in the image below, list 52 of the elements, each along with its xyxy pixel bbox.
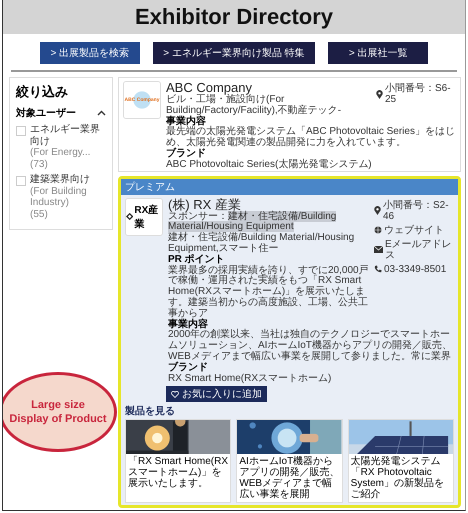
product-caption: AIホームIoT機器からアプリの開発／販売、WEBメディアまで幅広い事業を展開 (238, 454, 340, 502)
product-card[interactable]: AIホームIoT機器からアプリの開発／販売、WEBメディアまで幅広い事業を展開 (236, 419, 343, 504)
company-name[interactable]: (株) RX 産業 (168, 198, 370, 212)
category-tags: 建材・住宅設備/Building Material/Housing Equipment,スマート住ー (168, 233, 370, 255)
section-text: RX Smart Home(RXスマートホーム) (168, 374, 332, 384)
phone-icon (374, 265, 382, 274)
section-heading: 事業内容 (168, 320, 209, 330)
section-heading: ブランド (166, 149, 207, 160)
company-name[interactable]: ABC Company (166, 81, 372, 96)
checkbox[interactable] (16, 176, 26, 186)
section-text: ABC Photovoltaic Series(太陽光発電システム) (166, 160, 373, 171)
filter-section-label: 対象ユーザー (16, 106, 76, 120)
product-caption: 太陽光発電システム「RX Photovoltaic System」の新製品をご紹介 (350, 454, 445, 502)
product-card[interactable]: 太陽光発電システム「RX Photovoltaic System」の新製品をご紹介 (348, 419, 454, 504)
chevron-up-icon[interactable] (97, 110, 106, 116)
envelope-icon (374, 246, 383, 254)
product-caption: 「RX Smart Home(RXスマートホーム)」を展示いたします。 (127, 454, 230, 492)
booth-number: 小間番号：S6-25 (385, 83, 452, 105)
contact-link[interactable]: 03-3349-8501 (384, 264, 446, 275)
nav-button[interactable]: > 出展製品を検索 (40, 42, 140, 64)
section-text: 業界最多の採用実績を誇り、すでに20,000戸で稼働・運用された実績をもつ「RX Smart Home(RXスマートホーム)」を展示いたします。建築当初からの高度施設、工場、公共工事からア (168, 266, 370, 319)
globe-icon (374, 226, 382, 234)
section-text: 2000年の創業以来、当社は独自のテクノロジーでスマートホームソリューション、AIホームIoT機器からアプリの開発／販売、WEBメディアまで幅広い事業を展開して参りました。常に業界 (168, 330, 453, 362)
heart-icon (171, 390, 179, 398)
section-heading: ブランド (168, 362, 209, 374)
favorite-button[interactable]: お気に入りに追加 (166, 386, 267, 402)
pin-icon (376, 90, 383, 98)
category-tags: ビル・工場・施設向け(For Building/Factory/Facility),不動産テック- (166, 95, 372, 117)
option-detail: (For Energy... (30, 147, 90, 158)
option-count: (73) (30, 158, 48, 170)
filter-title: 絞り込み (16, 83, 69, 101)
contact-link[interactable]: Eメールアドレス (385, 238, 454, 261)
option-label: エネルギー業界向け (30, 124, 101, 147)
callout-text: Large size (31, 398, 85, 412)
checkbox[interactable] (16, 126, 26, 136)
pin-icon (374, 206, 381, 216)
company-logo: RX産業 (125, 198, 163, 236)
products-heading[interactable]: 製品を見る (125, 404, 175, 418)
section-heading: 事業内容 (166, 116, 206, 127)
contact-link[interactable]: ウェブサイト (384, 224, 444, 236)
booth-number: 小間番号：S2-46 (383, 200, 450, 222)
option-count: (55) (30, 208, 48, 220)
nav-button[interactable]: > エネルギー業界向け製品 特集 (153, 42, 315, 64)
section-text: 最先端の太陽光発電システム「ABC Photovoltaic Series」をはじめ、太陽光発電関連の製品開発に力を入れています。 (166, 127, 456, 148)
option-detail: (For Building Industry) (30, 186, 88, 208)
callout-text: Display of Product (9, 412, 107, 426)
product-card[interactable]: 「RX Smart Home(RXスマートホーム)」を展示いたします。 (125, 419, 232, 504)
premium-banner: プレミアム (121, 178, 458, 195)
page-title: Exhibitor Directory (134, 4, 334, 30)
nav-button[interactable]: > 出展社一覧 (328, 42, 428, 64)
option-label: 建築業界向け (30, 174, 90, 186)
section-heading: PR ポイント (168, 254, 226, 265)
